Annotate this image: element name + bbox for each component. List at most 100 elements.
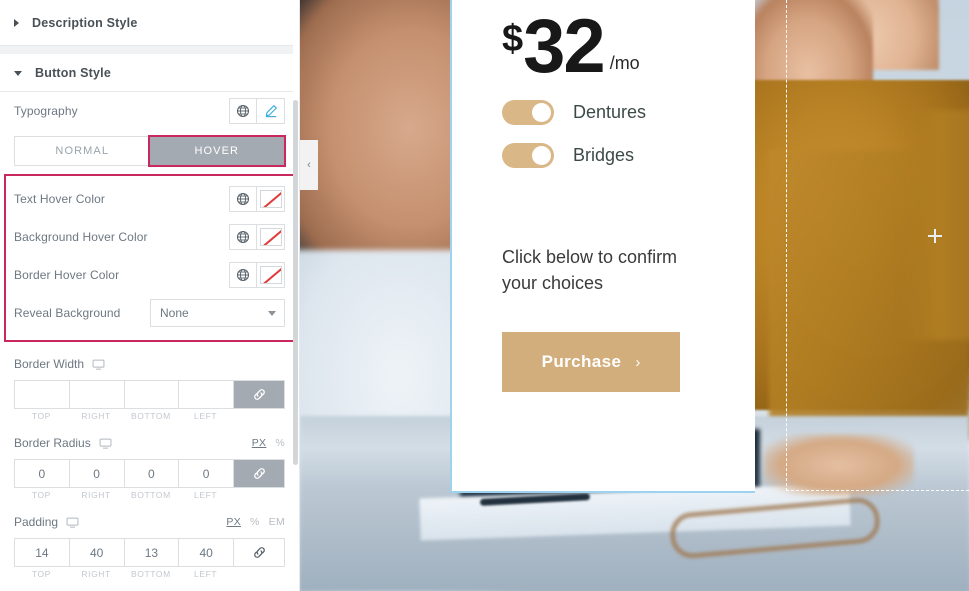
add-element-marker-icon[interactable] (928, 229, 942, 243)
monitor-icon[interactable] (99, 437, 112, 450)
no-color-swatch-icon (259, 190, 282, 208)
border-hover-globe-button[interactable] (229, 262, 257, 288)
border-radius-top-input[interactable] (14, 459, 69, 488)
typography-edit-button[interactable] (257, 98, 285, 124)
sidebar-scrollbar-thumb[interactable] (293, 100, 298, 465)
background-hover-globe-button[interactable] (229, 224, 257, 250)
border-width-link-toggle[interactable] (233, 380, 285, 409)
border-radius-corner-labels: TOP RIGHT BOTTOM LEFT (14, 490, 285, 500)
padding-link-toggle[interactable] (233, 538, 285, 567)
text-hover-color-controls (229, 186, 285, 212)
chevron-right-icon: › (635, 353, 641, 371)
background-hover-color-swatch[interactable] (257, 224, 285, 250)
border-radius-title-group: Border Radius (14, 436, 112, 450)
tab-normal[interactable]: NORMAL (15, 137, 150, 165)
border-hover-color-label: Border Hover Color (14, 268, 120, 282)
corner-label-right: RIGHT (81, 569, 111, 579)
border-radius-units: PX % (252, 437, 285, 449)
feature-row-dentures: Dentures (502, 99, 705, 125)
text-hover-color-swatch[interactable] (257, 186, 285, 212)
toggle-bridges[interactable] (502, 142, 554, 168)
chevron-left-icon: ‹ (307, 158, 311, 171)
padding-units: PX % EM (226, 516, 285, 528)
selection-guide-vertical (786, 0, 787, 491)
border-radius-header: Border Radius PX % (14, 431, 285, 455)
price-currency: $ (502, 18, 524, 60)
unit-px[interactable]: PX (226, 516, 241, 528)
border-radius-inputs (14, 459, 285, 488)
corner-label-top: TOP (31, 411, 51, 421)
monitor-icon[interactable] (66, 516, 79, 529)
link-icon (253, 389, 265, 400)
label-spacer (233, 569, 285, 579)
reveal-background-select[interactable]: None (150, 299, 285, 327)
unit-px[interactable]: PX (252, 437, 267, 449)
link-icon (253, 468, 265, 479)
padding-bottom-input[interactable] (123, 538, 179, 567)
pencil-icon (265, 105, 277, 118)
feature-row-bridges: Bridges (502, 142, 705, 168)
corner-label-bottom: BOTTOM (130, 490, 171, 500)
text-hover-color-row: Text Hover Color (14, 180, 285, 218)
purchase-button-label: Purchase (541, 352, 622, 372)
photo-arm (899, 110, 969, 340)
border-width-right-input[interactable] (68, 380, 124, 409)
confirm-description: Click below to confirm your choices (502, 246, 678, 293)
monitor-icon[interactable] (92, 358, 105, 371)
corner-label-right: RIGHT (81, 490, 111, 500)
border-width-top-input[interactable] (14, 380, 69, 409)
section-title-description-style: Description Style (32, 15, 138, 30)
typography-row: Typography (14, 92, 285, 130)
hover-settings-highlight-group: Text Hover Color Background Hover Color … (4, 174, 295, 342)
toggle-dentures[interactable] (502, 99, 554, 125)
section-title-button-style: Button Style (35, 65, 112, 80)
padding-left-input[interactable] (178, 538, 233, 567)
sidebar-scroll-area[interactable]: Description Style Button Style Typograph… (0, 0, 299, 591)
section-description-style[interactable]: Description Style (0, 0, 299, 46)
border-width-left-input[interactable] (178, 380, 233, 409)
border-width-bottom-input[interactable] (123, 380, 179, 409)
feature-label-bridges: Bridges (573, 144, 635, 165)
sidebar-scrollbar-track[interactable] (293, 0, 299, 591)
globe-icon (236, 192, 250, 206)
chevron-right-icon (14, 18, 19, 27)
border-hover-color-row: Border Hover Color (14, 256, 285, 294)
link-icon (253, 547, 265, 558)
corner-label-left: LEFT (194, 490, 218, 500)
tab-hover[interactable]: HOVER (147, 135, 286, 167)
border-width-corner-labels: TOP RIGHT BOTTOM LEFT (14, 411, 285, 421)
background-hover-color-row: Background Hover Color (14, 218, 285, 256)
text-hover-globe-button[interactable] (229, 186, 257, 212)
border-width-control: Border Width TOP RIGHT BOTTOM LEFT (14, 342, 285, 421)
panel-collapse-handle[interactable]: ‹ (300, 140, 318, 190)
toggle-knob (532, 102, 551, 122)
corner-label-bottom: BOTTOM (130, 411, 171, 421)
typography-globe-button[interactable] (229, 98, 257, 124)
border-radius-link-toggle[interactable] (233, 459, 285, 488)
button-style-panel: Typography NORMAL HOVER Text Hover Color… (0, 92, 299, 579)
border-radius-control: Border Radius PX % 0 0 0 0 TOP RIGHT BOT… (14, 421, 285, 500)
padding-right-input[interactable] (68, 538, 124, 567)
typography-controls (229, 98, 285, 124)
border-radius-left-input[interactable] (178, 459, 233, 488)
border-radius-bottom-input[interactable] (123, 459, 179, 488)
border-hover-color-swatch[interactable] (257, 262, 285, 288)
border-radius-right-input[interactable] (68, 459, 124, 488)
padding-top-input[interactable] (14, 538, 69, 567)
price-period: /mo (609, 52, 640, 73)
text-hover-color-label: Text Hover Color (14, 192, 105, 206)
price-amount: 32 (523, 4, 606, 89)
unit-em[interactable]: EM (269, 516, 285, 528)
section-button-style[interactable]: Button Style (0, 46, 299, 92)
pricing-card[interactable]: $ 32 /mo Dentures Bridges Click below to… (450, 0, 755, 493)
unit-percent[interactable]: % (275, 437, 285, 449)
unit-percent[interactable]: % (250, 516, 260, 528)
purchase-button[interactable]: Purchase › (502, 332, 680, 393)
border-radius-label: Border Radius (14, 436, 91, 450)
border-width-title-group: Border Width (14, 357, 105, 371)
border-width-label: Border Width (14, 357, 85, 371)
selection-guide-horizontal (786, 490, 969, 491)
live-preview-canvas[interactable]: ‹ $ 32 /mo Dentures Bridges Click below … (300, 0, 969, 591)
typography-label: Typography (14, 104, 78, 118)
reveal-background-value: None (160, 306, 189, 320)
